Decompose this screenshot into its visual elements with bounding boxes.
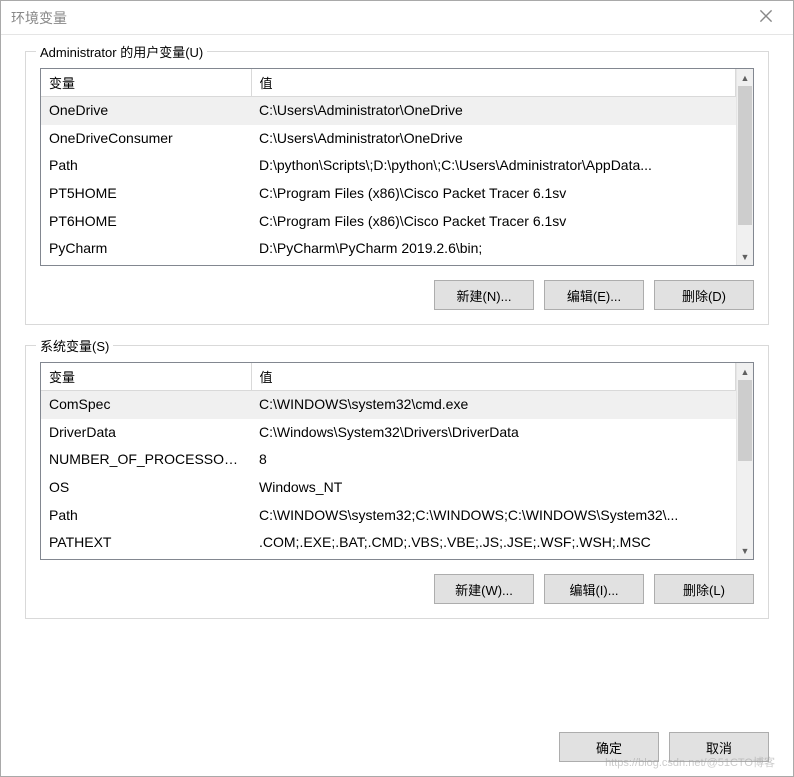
table-row[interactable]: PT6HOMEC:\Program Files (x86)\Cisco Pack… <box>41 208 736 236</box>
table-row[interactable]: OSWindows_NT <box>41 474 736 502</box>
scroll-thumb[interactable] <box>738 380 752 461</box>
var-name-cell: OneDriveConsumer <box>41 125 251 153</box>
ok-button[interactable]: 确定 <box>559 732 659 762</box>
var-value-cell: D:\PyCharm\PyCharm 2019.2.6\bin; <box>251 235 736 263</box>
titlebar: 环境变量 <box>1 1 793 35</box>
table-row[interactable]: PROCESSOR_ARCHITECTUREAMD64 <box>41 557 736 559</box>
table-row[interactable]: NUMBER_OF_PROCESSORS8 <box>41 446 736 474</box>
var-value-cell: C:\WINDOWS\system32;C:\WINDOWS;C:\WINDOW… <box>251 502 736 530</box>
var-value-cell: Windows_NT <box>251 474 736 502</box>
scroll-track[interactable] <box>737 86 753 248</box>
var-name-cell: NUMBER_OF_PROCESSORS <box>41 446 251 474</box>
user-vars-title: Administrator 的用户变量(U) <box>36 42 207 61</box>
var-name-cell: DriverData <box>41 419 251 447</box>
var-name-cell: Path <box>41 502 251 530</box>
var-name-cell: PyCharm <box>41 235 251 263</box>
system-edit-button[interactable]: 编辑(I)... <box>544 574 644 604</box>
user-vars-scrollbar[interactable]: ▲ ▼ <box>736 69 753 265</box>
var-value-cell: C:\WINDOWS\system32\cmd.exe <box>251 391 736 419</box>
var-name-cell: TEMP <box>41 263 251 265</box>
var-value-cell: .COM;.EXE;.BAT;.CMD;.VBS;.VBE;.JS;.JSE;.… <box>251 529 736 557</box>
scroll-down-icon[interactable]: ▼ <box>737 542 753 559</box>
col-header-value[interactable]: 值 <box>251 69 736 97</box>
table-row[interactable]: PathC:\WINDOWS\system32;C:\WINDOWS;C:\WI… <box>41 502 736 530</box>
table-row[interactable]: OneDriveC:\Users\Administrator\OneDrive <box>41 97 736 125</box>
scroll-thumb[interactable] <box>738 86 752 225</box>
var-value-cell: C:\Program Files (x86)\Cisco Packet Trac… <box>251 180 736 208</box>
table-row[interactable]: TEMPC:\Users\Administrator\AppData\Local… <box>41 263 736 265</box>
system-vars-scrollbar[interactable]: ▲ ▼ <box>736 363 753 559</box>
user-vars-table-wrap: 变量 值 OneDriveC:\Users\Administrator\OneD… <box>40 68 754 266</box>
var-value-cell: AMD64 <box>251 557 736 559</box>
var-value-cell: C:\Program Files (x86)\Cisco Packet Trac… <box>251 208 736 236</box>
env-vars-dialog: 环境变量 Administrator 的用户变量(U) 变量 值 <box>0 0 794 777</box>
var-value-cell: 8 <box>251 446 736 474</box>
system-vars-table: 变量 值 ComSpecC:\WINDOWS\system32\cmd.exeD… <box>41 363 736 559</box>
user-delete-button[interactable]: 删除(D) <box>654 280 754 310</box>
var-value-cell: C:\Users\Administrator\OneDrive <box>251 97 736 125</box>
cancel-button[interactable]: 取消 <box>669 732 769 762</box>
system-new-button[interactable]: 新建(W)... <box>434 574 534 604</box>
dialog-content: Administrator 的用户变量(U) 变量 值 OneDriveC:\U… <box>1 35 793 726</box>
var-name-cell: PT5HOME <box>41 180 251 208</box>
user-vars-group: Administrator 的用户变量(U) 变量 值 OneDriveC:\U… <box>25 51 769 325</box>
user-vars-table-scroll[interactable]: 变量 值 OneDriveC:\Users\Administrator\OneD… <box>41 69 736 265</box>
var-value-cell: C:\Users\Administrator\OneDrive <box>251 125 736 153</box>
table-row[interactable]: OneDriveConsumerC:\Users\Administrator\O… <box>41 125 736 153</box>
system-vars-table-scroll[interactable]: 变量 值 ComSpecC:\WINDOWS\system32\cmd.exeD… <box>41 363 736 559</box>
var-value-cell: D:\python\Scripts\;D:\python\;C:\Users\A… <box>251 152 736 180</box>
user-vars-table: 变量 值 OneDriveC:\Users\Administrator\OneD… <box>41 69 736 265</box>
scroll-down-icon[interactable]: ▼ <box>737 248 753 265</box>
var-name-cell: PROCESSOR_ARCHITECTURE <box>41 557 251 559</box>
var-value-cell: C:\Windows\System32\Drivers\DriverData <box>251 419 736 447</box>
table-row[interactable]: ComSpecC:\WINDOWS\system32\cmd.exe <box>41 391 736 419</box>
scroll-up-icon[interactable]: ▲ <box>737 69 753 86</box>
var-name-cell: PT6HOME <box>41 208 251 236</box>
user-vars-buttons: 新建(N)... 编辑(E)... 删除(D) <box>40 280 754 310</box>
var-name-cell: PATHEXT <box>41 529 251 557</box>
close-icon[interactable] <box>759 9 777 27</box>
table-row[interactable]: PathD:\python\Scripts\;D:\python\;C:\Use… <box>41 152 736 180</box>
var-name-cell: OneDrive <box>41 97 251 125</box>
var-value-cell: C:\Users\Administrator\AppData\Local\Tem… <box>251 263 736 265</box>
scroll-track[interactable] <box>737 380 753 542</box>
scroll-up-icon[interactable]: ▲ <box>737 363 753 380</box>
table-row[interactable]: PT5HOMEC:\Program Files (x86)\Cisco Pack… <box>41 180 736 208</box>
var-name-cell: Path <box>41 152 251 180</box>
system-delete-button[interactable]: 删除(L) <box>654 574 754 604</box>
table-row[interactable]: PyCharmD:\PyCharm\PyCharm 2019.2.6\bin; <box>41 235 736 263</box>
col-header-variable[interactable]: 变量 <box>41 69 251 97</box>
system-vars-buttons: 新建(W)... 编辑(I)... 删除(L) <box>40 574 754 604</box>
col-header-value[interactable]: 值 <box>251 363 736 391</box>
system-vars-group: 系统变量(S) 变量 值 ComSpecC:\WINDOWS\system32\… <box>25 345 769 619</box>
dialog-footer: 确定 取消 <box>1 726 793 776</box>
user-new-button[interactable]: 新建(N)... <box>434 280 534 310</box>
var-name-cell: OS <box>41 474 251 502</box>
system-vars-table-wrap: 变量 值 ComSpecC:\WINDOWS\system32\cmd.exeD… <box>40 362 754 560</box>
col-header-variable[interactable]: 变量 <box>41 363 251 391</box>
table-row[interactable]: DriverDataC:\Windows\System32\Drivers\Dr… <box>41 419 736 447</box>
window-title: 环境变量 <box>11 8 67 28</box>
system-vars-title: 系统变量(S) <box>36 336 113 355</box>
table-row[interactable]: PATHEXT.COM;.EXE;.BAT;.CMD;.VBS;.VBE;.JS… <box>41 529 736 557</box>
user-edit-button[interactable]: 编辑(E)... <box>544 280 644 310</box>
var-name-cell: ComSpec <box>41 391 251 419</box>
